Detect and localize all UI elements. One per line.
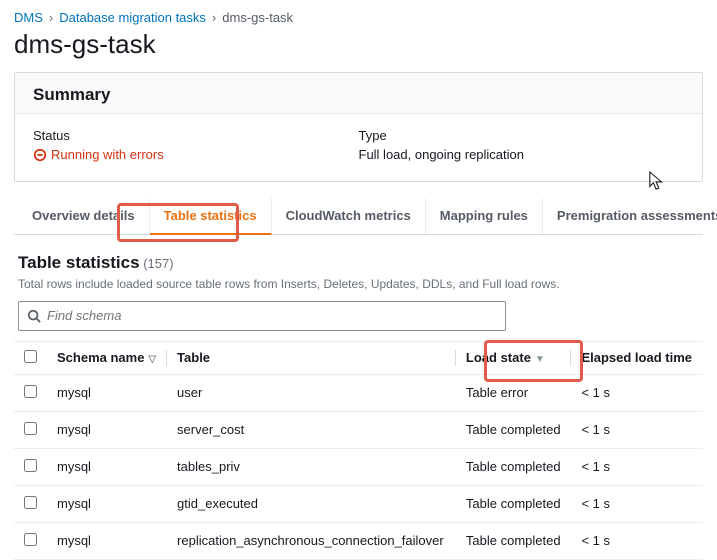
- col-table[interactable]: Table: [167, 341, 456, 374]
- cell-loadstate: Table error: [456, 374, 572, 411]
- cell-loadstate: Table completed: [456, 485, 572, 522]
- type-label: Type: [359, 128, 685, 143]
- chevron-right-icon: ›: [49, 10, 53, 25]
- sort-icon: ▼: [535, 354, 545, 365]
- summary-panel: Summary Status Running with errors Type …: [14, 72, 703, 182]
- breadcrumb-tasks[interactable]: Database migration tasks: [59, 10, 206, 25]
- chevron-right-icon: ›: [212, 10, 216, 25]
- cell-elapsed: < 1 s: [571, 411, 703, 448]
- table-row: mysqlserver_costTable completed< 1 s: [14, 411, 703, 448]
- row-checkbox[interactable]: [24, 459, 37, 472]
- stats-subtitle: Total rows include loaded source table r…: [14, 277, 703, 291]
- status-value: Running with errors: [33, 147, 164, 162]
- tab-cloudwatch[interactable]: CloudWatch metrics: [272, 198, 426, 234]
- cell-table: gtid_executed: [167, 485, 456, 522]
- tab-overview[interactable]: Overview details: [18, 198, 150, 234]
- search-icon: [27, 309, 41, 323]
- cell-schema: mysql: [47, 374, 167, 411]
- row-checkbox[interactable]: [24, 533, 37, 546]
- cell-elapsed: < 1 s: [571, 374, 703, 411]
- tabs: Overview details Table statistics CloudW…: [14, 198, 703, 235]
- cell-loadstate: Table completed: [456, 448, 572, 485]
- tab-premigration[interactable]: Premigration assessments: [543, 198, 717, 234]
- col-loadstate[interactable]: Load state▼: [456, 341, 572, 374]
- status-text: Running with errors: [51, 147, 164, 162]
- select-all-checkbox[interactable]: [24, 350, 37, 363]
- cell-schema: mysql: [47, 448, 167, 485]
- col-schema[interactable]: Schema name▽: [47, 341, 167, 374]
- tab-table-statistics[interactable]: Table statistics: [150, 198, 272, 235]
- page-title: dms-gs-task: [14, 29, 703, 60]
- cell-table: replication_asynchronous_connection_fail…: [167, 522, 456, 559]
- cell-schema: mysql: [47, 485, 167, 522]
- search-box[interactable]: [18, 301, 506, 331]
- cell-loadstate: Table completed: [456, 522, 572, 559]
- cell-schema: mysql: [47, 522, 167, 559]
- type-value: Full load, ongoing replication: [359, 147, 685, 162]
- tab-mapping-rules[interactable]: Mapping rules: [426, 198, 543, 234]
- col-elapsed[interactable]: Elapsed load time: [571, 341, 703, 374]
- row-checkbox[interactable]: [24, 385, 37, 398]
- stats-count: (157): [143, 256, 173, 271]
- cell-table: user: [167, 374, 456, 411]
- cell-elapsed: < 1 s: [571, 448, 703, 485]
- sort-icon: ▽: [148, 354, 156, 365]
- table-row: mysqlreplication_asynchronous_connection…: [14, 522, 703, 559]
- status-label: Status: [33, 128, 359, 143]
- cell-schema: mysql: [47, 411, 167, 448]
- row-checkbox[interactable]: [24, 422, 37, 435]
- table-row: mysqltables_privTable completed< 1 s: [14, 448, 703, 485]
- cell-elapsed: < 1 s: [571, 522, 703, 559]
- error-icon: [33, 148, 47, 162]
- stats-table: Schema name▽ Table Load state▼ Elapsed l…: [14, 341, 703, 560]
- breadcrumb: DMS › Database migration tasks › dms-gs-…: [14, 10, 703, 25]
- table-row: mysqlgtid_executedTable completed< 1 s: [14, 485, 703, 522]
- table-row: mysqluserTable error< 1 s: [14, 374, 703, 411]
- cell-table: tables_priv: [167, 448, 456, 485]
- breadcrumb-current: dms-gs-task: [222, 10, 293, 25]
- row-checkbox[interactable]: [24, 496, 37, 509]
- cell-elapsed: < 1 s: [571, 485, 703, 522]
- cell-table: server_cost: [167, 411, 456, 448]
- cell-loadstate: Table completed: [456, 411, 572, 448]
- breadcrumb-root[interactable]: DMS: [14, 10, 43, 25]
- stats-title: Table statistics: [18, 253, 140, 272]
- search-input[interactable]: [41, 308, 497, 323]
- summary-heading: Summary: [15, 73, 702, 114]
